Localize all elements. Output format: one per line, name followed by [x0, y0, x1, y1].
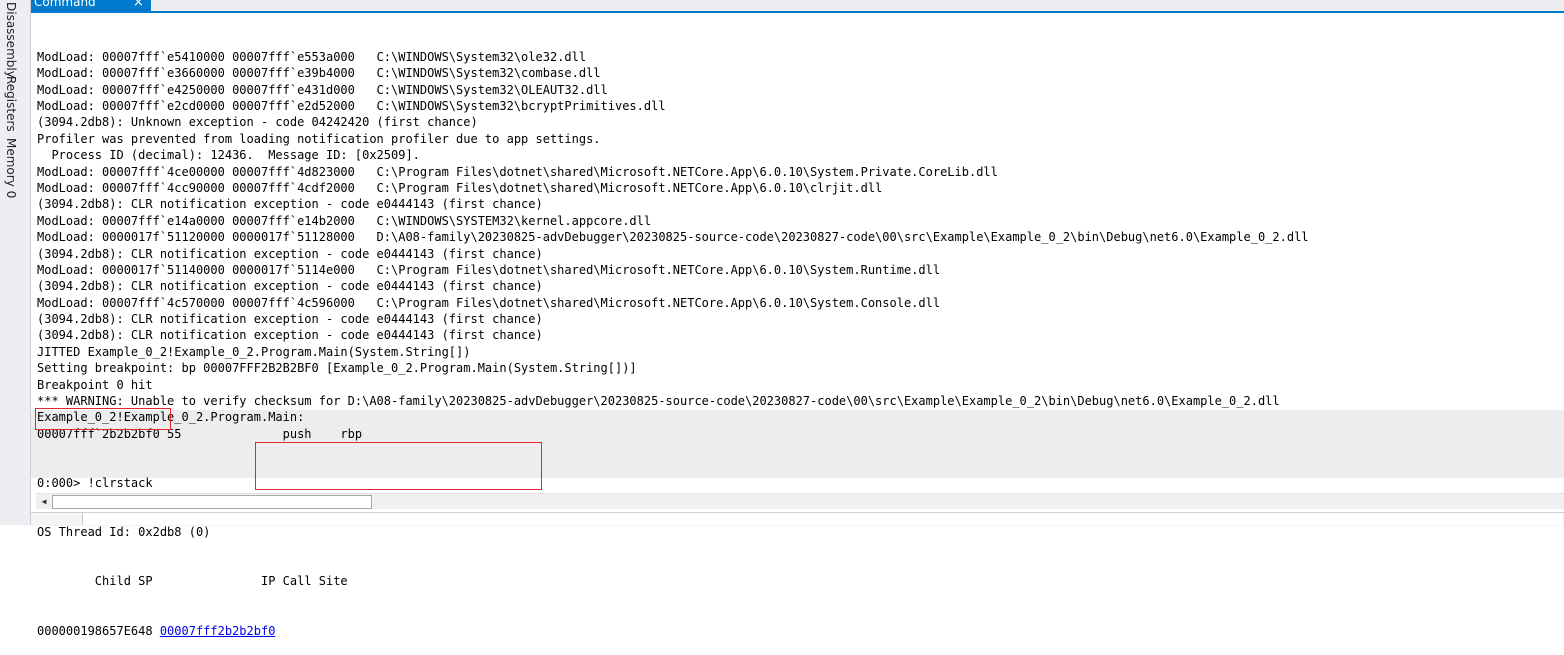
output-line: ModLoad: 00007fff`e3660000 00007fff`e39b… — [37, 66, 601, 81]
tab-command[interactable]: Command × — [31, 0, 151, 11]
tab-memory[interactable]: Memory 0 — [4, 138, 18, 198]
ip-link[interactable]: 00007fff2b2b2bf0 — [160, 624, 276, 638]
tab-registers[interactable]: Registers — [4, 76, 18, 132]
stack-header-line: Child SP IP Call Site — [37, 574, 348, 589]
output-line: ModLoad: 0000017f`51120000 0000017f`5112… — [37, 230, 1309, 245]
child-sp-value: 000000198657E648 — [37, 623, 160, 638]
output-line: ModLoad: 00007fff`4cc90000 00007fff`4cdf… — [37, 180, 883, 195]
output-line: JITTED Example_0_2!Example_0_2.Program.M… — [37, 344, 471, 359]
stack-frame-row: 000000198657E648 00007fff2b2b2bf0 — [37, 623, 1557, 639]
output-line: (3094.2db8): CLR notification exception … — [37, 279, 543, 294]
output-line: Process ID (decimal): 12436. Message ID:… — [37, 148, 420, 163]
output-line: Example_0_2!Example_0_2.Program.Main: — [37, 410, 305, 425]
window-tab-bar: Command × — [31, 0, 1564, 13]
tab-command-label: Command — [34, 0, 96, 9]
output-line: ModLoad: 0000017f`51140000 0000017f`5114… — [37, 262, 941, 277]
output-line: Setting breakpoint: bp 00007FFF2B2B2BF0 … — [37, 361, 637, 376]
scroll-thumb[interactable] — [52, 495, 372, 509]
output-line: ModLoad: 00007fff`e5410000 00007fff`e553… — [37, 49, 587, 64]
output-line: *** WARNING: Unable to verify checksum f… — [37, 394, 1280, 409]
output-line: (3094.2db8): CLR notification exception … — [37, 328, 543, 343]
output-line: (3094.2db8): CLR notification exception … — [37, 246, 543, 261]
highlight-box-callsite — [255, 442, 542, 490]
command-output: ModLoad: 00007fff`e5410000 00007fff`e553… — [37, 16, 1557, 655]
output-log: ModLoad: 00007fff`e5410000 00007fff`e553… — [37, 49, 1557, 442]
output-line: ModLoad: 00007fff`e14a0000 00007fff`e14b… — [37, 213, 652, 228]
output-line: (3094.2db8): CLR notification exception … — [37, 312, 543, 327]
tab-disassembly[interactable]: Disassembly — [4, 2, 18, 78]
close-icon[interactable]: × — [133, 0, 144, 11]
output-line: ModLoad: 00007fff`4ce00000 00007fff`4d82… — [37, 164, 998, 179]
output-line: ModLoad: 00007fff`e4250000 00007fff`e431… — [37, 82, 608, 97]
scroll-left-icon[interactable]: ◀ — [38, 496, 50, 508]
command-input-bar — [31, 512, 1564, 526]
output-line: 00007fff`2b2b2bf0 55 push rbp — [37, 426, 363, 441]
output-line: ModLoad: 00007fff`e2cd0000 00007fff`e2d5… — [37, 98, 666, 113]
output-line: Profiler was prevented from loading noti… — [37, 131, 601, 146]
horizontal-scrollbar[interactable]: ◀ — [36, 493, 1564, 509]
thread-id-line: OS Thread Id: 0x2db8 (0) — [37, 525, 211, 540]
output-line: (3094.2db8): Unknown exception - code 04… — [37, 115, 478, 130]
side-tab-strip: Disassembly Registers Memory 0 — [0, 0, 31, 525]
command-prompt-area — [34, 513, 80, 525]
output-line: Breakpoint 0 hit — [37, 377, 153, 392]
output-line: (3094.2db8): CLR notification exception … — [37, 197, 543, 212]
highlight-box-command — [35, 408, 171, 430]
output-line: ModLoad: 00007fff`4c570000 00007fff`4c59… — [37, 295, 941, 310]
command-input[interactable] — [82, 513, 1563, 525]
